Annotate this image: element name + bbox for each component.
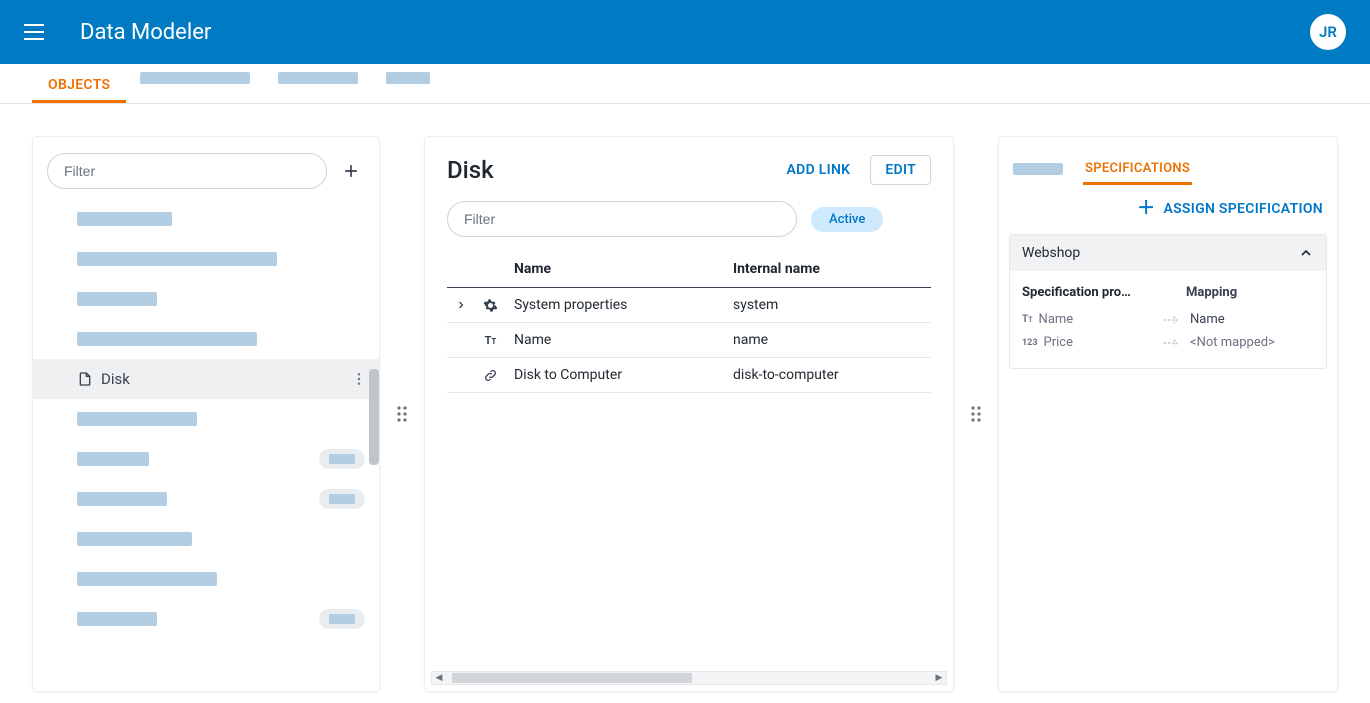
object-item-menu[interactable] xyxy=(351,371,367,387)
detail-panel: Disk ADD LINK EDIT Active Name Internal … xyxy=(424,136,954,692)
more-vertical-icon xyxy=(351,371,367,387)
object-item[interactable] xyxy=(33,599,379,639)
add-link-button[interactable]: ADD LINK xyxy=(779,156,859,184)
arrow-right-icon xyxy=(1162,338,1182,348)
detail-title: Disk xyxy=(447,156,767,184)
object-item[interactable] xyxy=(33,239,379,279)
row-internal: disk-to-computer xyxy=(725,358,931,393)
gear-icon xyxy=(475,288,506,323)
object-item[interactable] xyxy=(33,319,379,359)
scrollbar-thumb[interactable] xyxy=(369,369,379,465)
chevron-up-icon xyxy=(1298,245,1314,261)
status-chip[interactable]: Active xyxy=(811,207,883,232)
objects-filter-input[interactable] xyxy=(47,153,327,189)
object-item[interactable] xyxy=(33,519,379,559)
spec-row[interactable]: 123 Price <Not mapped> xyxy=(1022,331,1314,354)
row-internal: system xyxy=(725,288,931,323)
object-item-label: Disk xyxy=(101,370,130,388)
plus-icon xyxy=(341,161,361,181)
table-row[interactable]: System properties system xyxy=(447,288,931,323)
expand-toggle[interactable] xyxy=(447,288,475,323)
right-tab-placeholder[interactable] xyxy=(1013,163,1063,175)
table-row[interactable]: Disk to Computer disk-to-computer xyxy=(447,358,931,393)
col-spec-property: Specification pro… xyxy=(1022,285,1162,300)
user-avatar[interactable]: JR xyxy=(1310,14,1346,50)
app-header: Data Modeler JR xyxy=(0,0,1370,64)
object-item[interactable] xyxy=(33,479,379,519)
text-icon: TT xyxy=(475,323,506,358)
plus-icon: ＋ xyxy=(1137,200,1155,218)
tab-objects[interactable]: OBJECTS xyxy=(32,67,126,103)
menu-icon[interactable] xyxy=(24,20,48,44)
tab-placeholder[interactable] xyxy=(140,72,250,84)
properties-filter-input[interactable] xyxy=(447,201,797,237)
spec-row[interactable]: TT Name Name xyxy=(1022,308,1314,331)
col-internal[interactable]: Internal name xyxy=(725,251,931,288)
chevron-right-icon xyxy=(455,299,467,311)
edit-button[interactable]: EDIT xyxy=(870,155,931,185)
text-icon: TT xyxy=(1022,314,1033,325)
specification-card-header[interactable]: Webshop xyxy=(1010,235,1326,271)
col-mapping: Mapping xyxy=(1186,285,1314,300)
drag-handle-icon xyxy=(396,405,408,423)
object-item[interactable] xyxy=(33,199,379,239)
file-icon xyxy=(77,371,93,387)
object-item[interactable] xyxy=(33,439,379,479)
workspace: Disk Disk ADD LINK EDIT xyxy=(0,104,1370,702)
properties-table: Name Internal name System properties sys… xyxy=(447,251,931,393)
object-item[interactable] xyxy=(33,279,379,319)
horizontal-scrollbar[interactable]: ◀▶ xyxy=(431,671,947,685)
tab-specifications[interactable]: SPECIFICATIONS xyxy=(1083,153,1192,184)
link-icon xyxy=(475,358,506,393)
arrow-right-icon xyxy=(1162,315,1182,325)
tab-placeholder[interactable] xyxy=(278,72,358,84)
object-item[interactable] xyxy=(33,559,379,599)
resize-handle[interactable] xyxy=(396,405,408,423)
main-tabs: OBJECTS xyxy=(0,64,1370,104)
app-title: Data Modeler xyxy=(80,20,1310,45)
specification-card: Webshop Specification pro… Mapping TT Na… xyxy=(1009,234,1327,369)
drag-handle-icon xyxy=(970,405,982,423)
object-item-selected[interactable]: Disk xyxy=(33,359,379,399)
object-item[interactable] xyxy=(33,399,379,439)
row-name: Disk to Computer xyxy=(506,358,725,393)
tab-placeholder[interactable] xyxy=(386,72,430,84)
number-icon: 123 xyxy=(1022,338,1038,348)
assign-specification-button[interactable]: ＋ ASSIGN SPECIFICATION xyxy=(999,184,1337,234)
resize-handle[interactable] xyxy=(970,405,982,423)
specifications-panel: SPECIFICATIONS ＋ ASSIGN SPECIFICATION We… xyxy=(998,136,1338,692)
row-name: System properties xyxy=(506,288,725,323)
row-name: Name xyxy=(506,323,725,358)
table-row[interactable]: TT Name name xyxy=(447,323,931,358)
col-name[interactable]: Name xyxy=(506,251,725,288)
specification-title: Webshop xyxy=(1022,245,1080,261)
add-object-button[interactable] xyxy=(337,157,365,185)
objects-panel: Disk xyxy=(32,136,380,692)
row-internal: name xyxy=(725,323,931,358)
